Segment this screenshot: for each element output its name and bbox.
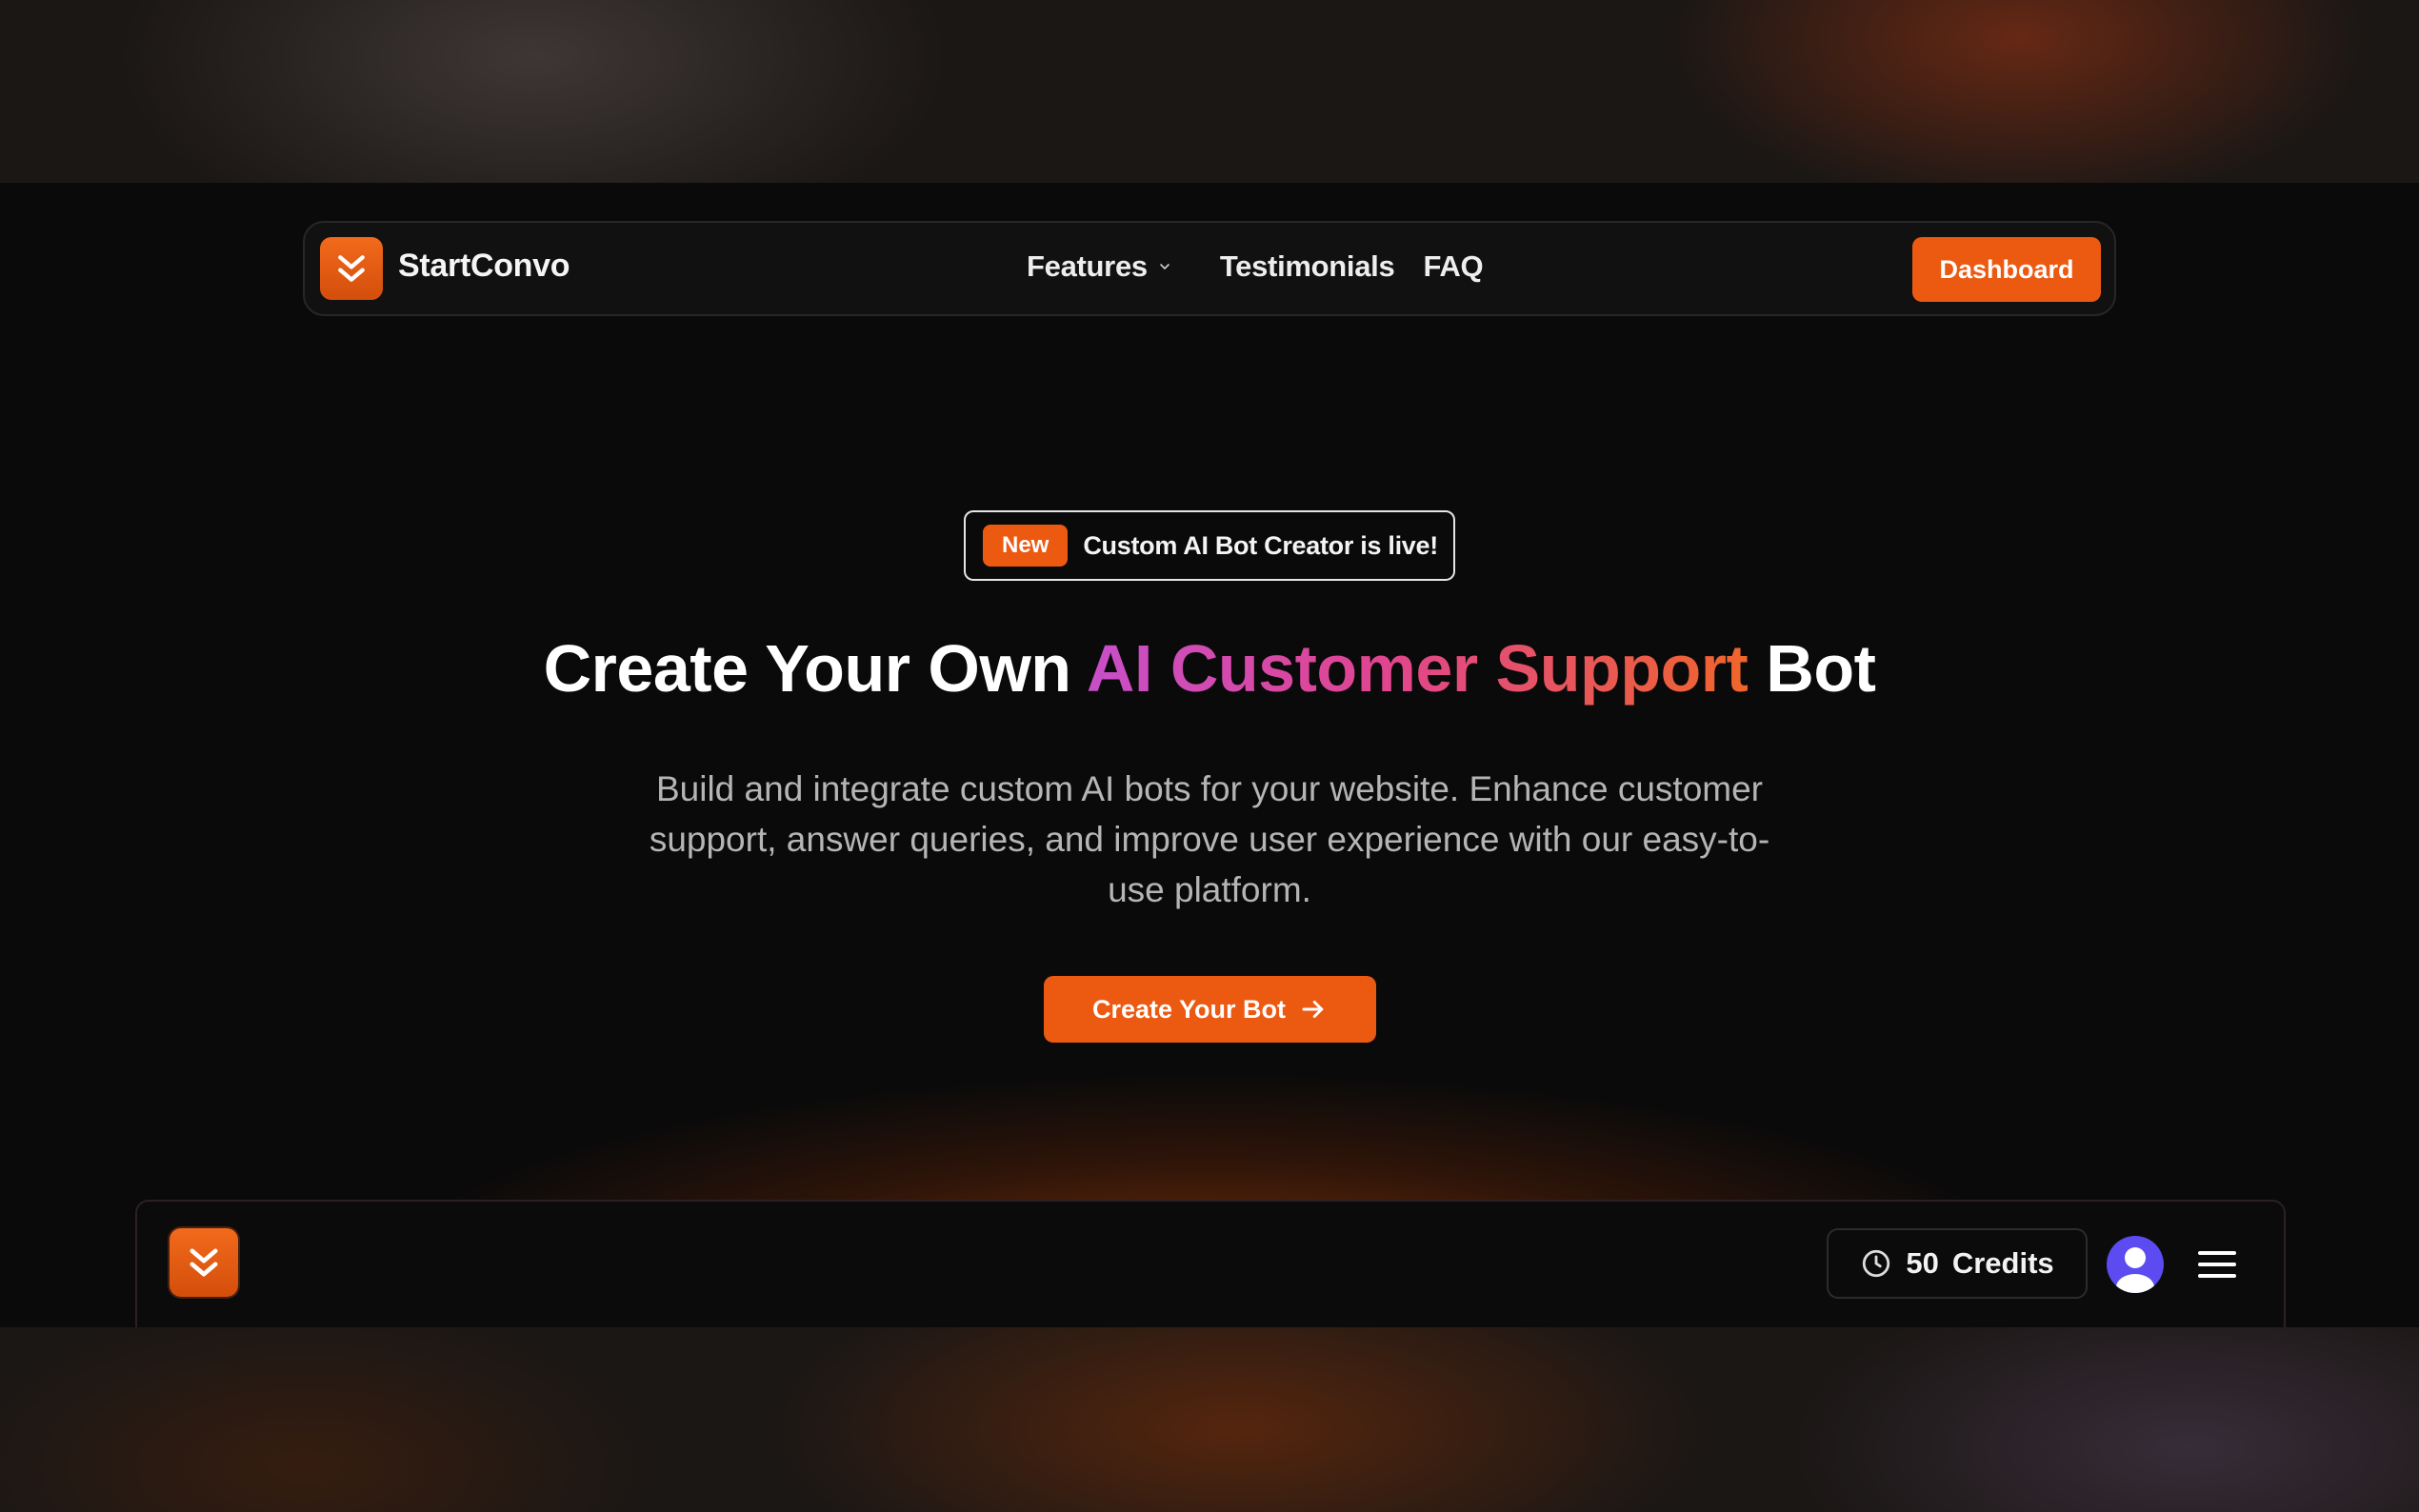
app-logo[interactable] bbox=[170, 1228, 238, 1297]
announcement-badge[interactable]: New Custom AI Bot Creator is live! bbox=[964, 510, 1455, 581]
announcement-text: Custom AI Bot Creator is live! bbox=[1083, 530, 1438, 560]
dashboard-button[interactable]: Dashboard bbox=[1912, 237, 2101, 302]
create-bot-button[interactable]: Create Your Bot bbox=[1044, 976, 1376, 1043]
brand-logo[interactable] bbox=[320, 237, 383, 300]
top-navbar: StartConvo Features Testimonials FAQ Das… bbox=[303, 221, 2116, 316]
credits-value: 50 bbox=[1906, 1246, 1939, 1280]
new-tag: New bbox=[983, 525, 1069, 567]
credits-indicator[interactable]: 50 Credits bbox=[1827, 1228, 2088, 1299]
app-window: StartConvo Features Testimonials FAQ Das… bbox=[0, 183, 2419, 1327]
headline-start: Create Your Own bbox=[543, 631, 1087, 706]
hamburger-menu-icon bbox=[2198, 1251, 2236, 1278]
clock-icon bbox=[1863, 1249, 1890, 1278]
nav-features-dropdown[interactable]: Features bbox=[1027, 249, 1172, 284]
user-avatar[interactable] bbox=[2107, 1236, 2164, 1293]
hero-headline: Create Your Own AI Customer Support Bot bbox=[0, 630, 2419, 706]
nav-faq-link[interactable]: FAQ bbox=[1423, 249, 1483, 284]
nav-features-label: Features bbox=[1027, 249, 1148, 283]
app-header-bar: 50 Credits bbox=[135, 1200, 2286, 1327]
headline-end: Bot bbox=[1748, 631, 1876, 706]
nav-links: Features Testimonials FAQ bbox=[1027, 249, 1484, 284]
hero-description: Build and integrate custom AI bots for y… bbox=[649, 769, 1770, 909]
credits-label: Credits bbox=[1951, 1246, 2054, 1280]
brand-name[interactable]: StartConvo bbox=[398, 248, 570, 285]
create-bot-label: Create Your Bot bbox=[1091, 994, 1287, 1024]
arrow-right-icon bbox=[1302, 1001, 1324, 1018]
nav-testimonials-link[interactable]: Testimonials bbox=[1220, 249, 1395, 284]
headline-highlight: AI Customer Support bbox=[1086, 631, 1749, 706]
menu-button[interactable] bbox=[2194, 1242, 2240, 1287]
double-chevron-down-icon bbox=[190, 1248, 218, 1277]
double-chevron-down-icon bbox=[338, 255, 365, 282]
chevron-down-icon bbox=[1160, 264, 1170, 269]
user-avatar-icon bbox=[2116, 1247, 2154, 1293]
